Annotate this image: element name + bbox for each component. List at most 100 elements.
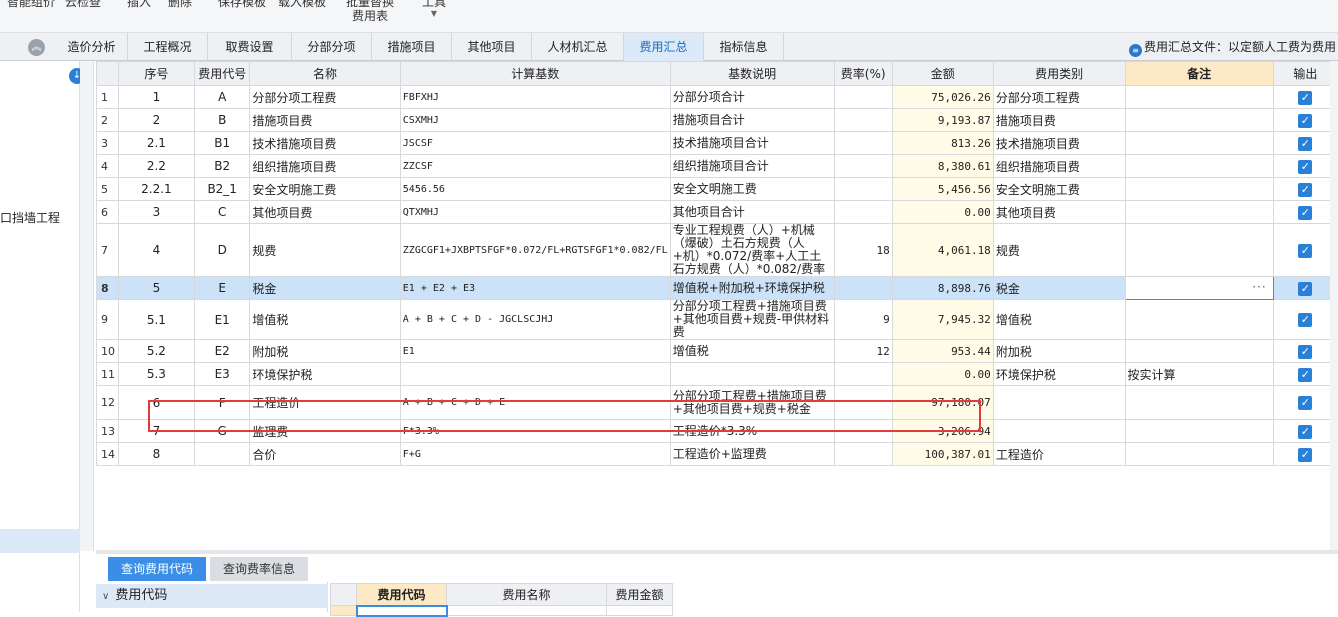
- name-cell[interactable]: 监理费: [249, 419, 401, 443]
- checkbox-checked-icon[interactable]: ✓: [1298, 90, 1313, 105]
- fee-code-cell[interactable]: F: [194, 385, 251, 420]
- base-desc-cell[interactable]: 措施项目合计: [669, 108, 835, 132]
- fee-category-cell[interactable]: 规费: [992, 223, 1126, 277]
- amount-cell[interactable]: 8,898.76: [891, 276, 994, 300]
- tab-query-rate-info[interactable]: 查询费率信息: [210, 557, 308, 581]
- fee-code-cell[interactable]: G: [194, 419, 251, 443]
- bgrid-cell-fee-name[interactable]: [446, 605, 607, 616]
- calc-base-cell[interactable]: F+G: [399, 442, 671, 466]
- fee-code-cell[interactable]: D: [194, 223, 251, 277]
- fee-category-cell[interactable]: 附加税: [992, 339, 1126, 363]
- fee-code-cell[interactable]: A: [194, 85, 251, 109]
- amount-cell[interactable]: 75,026.26: [891, 85, 994, 109]
- rate-cell[interactable]: [833, 419, 893, 443]
- seq-cell[interactable]: 8: [117, 442, 196, 466]
- amount-cell[interactable]: 100,387.01: [891, 442, 994, 466]
- tab-fee-settings[interactable]: 取费设置: [208, 33, 292, 61]
- name-cell[interactable]: 措施项目费: [249, 108, 401, 132]
- checkbox-checked-icon[interactable]: ✓: [1298, 136, 1313, 151]
- remark-cell[interactable]: [1124, 385, 1274, 420]
- seq-cell[interactable]: 2.2.1: [117, 177, 196, 201]
- checkbox-checked-icon[interactable]: ✓: [1298, 344, 1313, 359]
- tools-menu-button[interactable]: 工具 ▼: [418, 0, 450, 19]
- row-index-cell[interactable]: 2: [96, 108, 119, 132]
- row-index-cell[interactable]: 10: [96, 339, 119, 363]
- tab-other-items[interactable]: 其他项目: [452, 33, 532, 61]
- remark-cell[interactable]: [1124, 154, 1274, 178]
- base-desc-cell[interactable]: 专业工程规费（人）+机械（爆破）土石方规费（人+机）*0.072/费率+人工土石…: [669, 223, 835, 277]
- col-header-calc-base[interactable]: 计算基数: [399, 61, 671, 86]
- base-desc-cell[interactable]: 安全文明施工费: [669, 177, 835, 201]
- tab-project-overview[interactable]: 工程概况: [128, 33, 208, 61]
- name-cell[interactable]: 增值税: [249, 299, 401, 340]
- remark-cell[interactable]: 按实计算: [1124, 362, 1274, 386]
- name-cell[interactable]: 工程造价: [249, 385, 401, 420]
- checkbox-checked-icon[interactable]: ✓: [1298, 313, 1313, 327]
- calc-base-cell[interactable]: ZZCSF: [399, 154, 671, 178]
- row-index-cell[interactable]: 3: [96, 131, 119, 155]
- rate-cell[interactable]: 12: [833, 339, 893, 363]
- delete-button[interactable]: 删除: [166, 0, 194, 9]
- remark-cell[interactable]: [1124, 419, 1274, 443]
- calc-base-cell[interactable]: [399, 362, 671, 386]
- col-header-rate[interactable]: 费率(%): [833, 61, 893, 86]
- rate-cell[interactable]: [833, 154, 893, 178]
- rate-cell[interactable]: [833, 85, 893, 109]
- calc-base-cell[interactable]: JSCSF: [399, 131, 671, 155]
- rate-cell[interactable]: [833, 442, 893, 466]
- checkbox-checked-icon[interactable]: ✓: [1298, 447, 1313, 462]
- fee-category-cell[interactable]: [992, 419, 1126, 443]
- checkbox-checked-icon[interactable]: ✓: [1298, 367, 1313, 382]
- checkbox-checked-icon[interactable]: ✓: [1298, 159, 1313, 174]
- seq-cell[interactable]: 5.3: [117, 362, 196, 386]
- table-row[interactable]: 11 5.3 E3 环境保护税 0.00 环境保护税 按实计算 ✓: [96, 362, 1338, 386]
- fee-summary-file-selector[interactable]: ≡ 费用汇总文件：以定额人工费为费用: [1128, 33, 1336, 61]
- amount-cell[interactable]: 953.44: [891, 339, 994, 363]
- base-desc-cell[interactable]: 增值税+附加税+环境保护税: [669, 276, 835, 300]
- checkbox-checked-icon[interactable]: ✓: [1298, 205, 1313, 220]
- table-row[interactable]: 14 8 合价 F+G 工程造价+监理费 100,387.01 工程造价 ✓: [96, 442, 1338, 466]
- fee-category-cell[interactable]: 税金: [992, 276, 1126, 300]
- tab-fee-summary[interactable]: 费用汇总: [624, 33, 704, 61]
- fee-code-cell[interactable]: E: [194, 276, 251, 300]
- seq-cell[interactable]: 4: [117, 223, 196, 277]
- remark-cell[interactable]: [1124, 85, 1274, 109]
- remark-cell[interactable]: [1124, 442, 1274, 466]
- checkbox-checked-icon[interactable]: ✓: [1298, 182, 1313, 197]
- col-header-amount[interactable]: 金额: [891, 61, 994, 86]
- col-header-fee-code[interactable]: 费用代号: [194, 61, 251, 86]
- base-desc-cell[interactable]: 增值税: [669, 339, 835, 363]
- remark-cell[interactable]: [1124, 339, 1274, 363]
- remark-cell[interactable]: [1124, 177, 1274, 201]
- tree-item-retaining-wall[interactable]: 口挡墙工程: [0, 209, 60, 226]
- bgrid-header-fee-amount[interactable]: 费用金额: [606, 583, 673, 606]
- calc-base-cell[interactable]: E1 + E2 + E3: [399, 276, 671, 300]
- amount-cell[interactable]: 97,180.07: [891, 385, 994, 420]
- col-header-remark[interactable]: 备注: [1124, 61, 1274, 86]
- name-cell[interactable]: 附加税: [249, 339, 401, 363]
- rate-cell[interactable]: [833, 177, 893, 201]
- row-index-cell[interactable]: 14: [96, 442, 119, 466]
- bgrid-header-fee-code[interactable]: 费用代码: [356, 583, 447, 606]
- table-row[interactable]: 8 5 E 税金 E1 + E2 + E3 增值税+附加税+环境保护税 8,898.76 税金…: [96, 276, 1338, 300]
- fee-category-cell[interactable]: 工程造价: [992, 442, 1126, 466]
- checkbox-checked-icon[interactable]: ✓: [1298, 113, 1313, 128]
- seq-cell[interactable]: 2.1: [117, 131, 196, 155]
- row-index-cell[interactable]: 7: [96, 223, 119, 277]
- more-options-icon[interactable]: ···: [1252, 280, 1266, 294]
- remark-cell[interactable]: [1124, 108, 1274, 132]
- calc-base-cell[interactable]: CSXMHJ: [399, 108, 671, 132]
- calc-base-cell[interactable]: F*3.3%: [399, 419, 671, 443]
- table-row[interactable]: 3 2.1 B1 技术措施项目费 JSCSF 技术措施项目合计 813.26 技术措施项目费 ✓: [96, 131, 1338, 155]
- amount-cell[interactable]: 0.00: [891, 362, 994, 386]
- calc-base-cell[interactable]: ZZGCGF1+JXBPTSFGF*0.072/FL+RGTSFGF1*0.08…: [399, 223, 671, 277]
- name-cell[interactable]: 规费: [249, 223, 401, 277]
- fee-category-cell[interactable]: 安全文明施工费: [992, 177, 1126, 201]
- seq-cell[interactable]: 2: [117, 108, 196, 132]
- seq-cell[interactable]: 1: [117, 85, 196, 109]
- fee-code-cell[interactable]: E2: [194, 339, 251, 363]
- fee-category-cell[interactable]: 环境保护税: [992, 362, 1126, 386]
- panel-splitter[interactable]: [96, 550, 1338, 554]
- fee-code-cell[interactable]: B2_1: [194, 177, 251, 201]
- rate-cell[interactable]: [833, 108, 893, 132]
